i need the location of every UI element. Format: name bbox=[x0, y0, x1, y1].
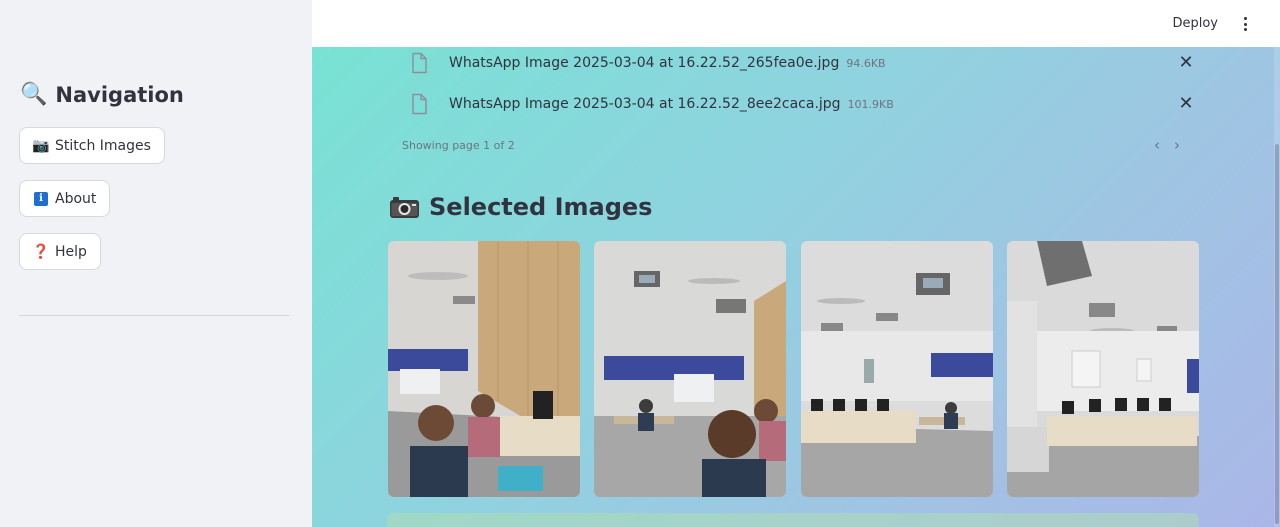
file-icon bbox=[412, 93, 427, 115]
scrollbar-thumb[interactable] bbox=[1275, 144, 1279, 524]
photo-image bbox=[594, 241, 786, 497]
sidebar-title-text: Navigation bbox=[55, 82, 184, 107]
chevron-left-icon[interactable]: ‹ bbox=[1154, 136, 1160, 154]
file-size: 101.9KB bbox=[847, 97, 894, 111]
magnifier-icon: 🔍 bbox=[20, 82, 48, 107]
selected-images-heading: Selected Images bbox=[389, 193, 652, 221]
result-container bbox=[387, 513, 1199, 527]
about-label: About bbox=[55, 190, 97, 207]
uploaded-file-row: WhatsApp Image 2025-03-04 at 16.22.52_26… bbox=[407, 49, 1197, 77]
pagination-info: Showing page 1 of 2 bbox=[402, 139, 515, 152]
remove-file-close-icon[interactable]: ✕ bbox=[1175, 93, 1197, 115]
main-menu-icon[interactable] bbox=[1239, 14, 1251, 34]
remove-file-close-icon[interactable]: ✕ bbox=[1175, 52, 1197, 74]
selected-image-thumbnail[interactable] bbox=[388, 241, 580, 497]
app-header: Deploy bbox=[312, 0, 1280, 47]
file-size: 94.6KB bbox=[846, 56, 886, 70]
file-name: WhatsApp Image 2025-03-04 at 16.22.52_8e… bbox=[449, 96, 841, 112]
photo-image bbox=[1007, 241, 1199, 497]
file-icon bbox=[412, 52, 427, 74]
camera-icon: 📷 bbox=[32, 137, 50, 154]
info-icon: i bbox=[33, 191, 49, 206]
pagination-controls: ‹ › bbox=[1154, 136, 1180, 154]
camera-icon bbox=[390, 197, 419, 218]
sidebar: 🔍 Navigation 📷 Stitch Images i About ❓ H… bbox=[0, 0, 312, 527]
photo-image bbox=[388, 241, 580, 497]
selected-image-thumbnail[interactable] bbox=[1007, 241, 1199, 497]
file-name: WhatsApp Image 2025-03-04 at 16.22.52_26… bbox=[449, 55, 840, 71]
help-button[interactable]: ❓ Help bbox=[19, 233, 101, 270]
main-scrollbar[interactable] bbox=[1274, 47, 1280, 527]
deploy-button[interactable]: Deploy bbox=[1172, 16, 1218, 31]
main-content: WhatsApp Image 2025-03-04 at 16.22.52_26… bbox=[312, 47, 1280, 527]
uploaded-file-row: WhatsApp Image 2025-03-04 at 16.22.52_8e… bbox=[407, 90, 1197, 118]
about-button[interactable]: i About bbox=[19, 180, 111, 217]
selected-images-title: Selected Images bbox=[429, 193, 653, 221]
sidebar-title: 🔍 Navigation bbox=[20, 82, 184, 107]
selected-image-thumbnail[interactable] bbox=[594, 241, 786, 497]
stitch-images-button[interactable]: 📷 Stitch Images bbox=[19, 127, 165, 164]
sidebar-divider bbox=[19, 315, 290, 316]
stitch-images-label: Stitch Images bbox=[55, 137, 151, 154]
selected-image-thumbnail[interactable] bbox=[801, 241, 993, 497]
photo-image bbox=[801, 241, 993, 497]
chevron-right-icon[interactable]: › bbox=[1174, 136, 1180, 154]
question-icon: ❓ bbox=[32, 243, 50, 260]
help-label: Help bbox=[55, 243, 87, 260]
